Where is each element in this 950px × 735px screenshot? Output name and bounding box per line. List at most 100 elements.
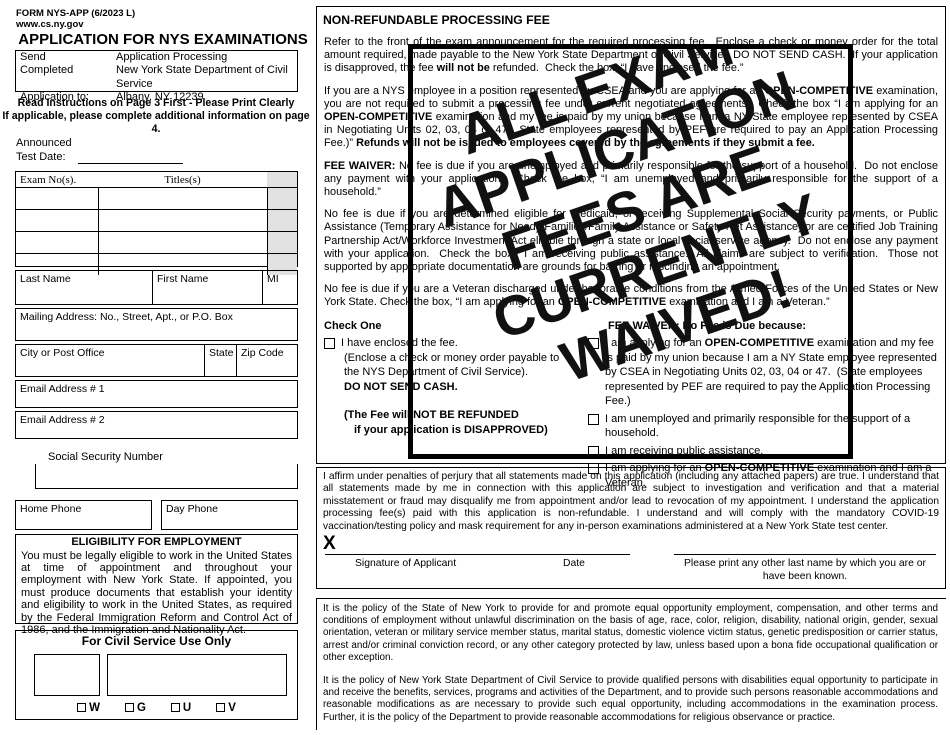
table-row[interactable] [16, 187, 297, 210]
announced-test-date-input[interactable] [78, 163, 183, 164]
exam-table-header-spacer [267, 172, 297, 188]
first-name-field[interactable]: First Name [153, 271, 263, 304]
fee-emphasis-1: will not be [436, 62, 490, 75]
state-label: State [209, 347, 234, 359]
zip-label: Zip Code [241, 347, 284, 359]
last-name-label: Last Name [20, 273, 71, 285]
exam-no-cell[interactable] [16, 187, 99, 210]
check-one-note-1: (The Fee will NOT BE REFUNDED [344, 409, 519, 422]
processing-fee-header: NON-REFUNDABLE PROCESSING FEE [316, 6, 946, 32]
email-2-label: Email Address # 2 [20, 414, 105, 426]
checkbox-icon[interactable] [124, 703, 134, 712]
state-field[interactable]: State [205, 345, 237, 376]
exam-no-cell[interactable] [16, 231, 99, 254]
name-fields-row: Last Name First Name MI [15, 270, 298, 305]
shaded-cell [266, 231, 297, 254]
ssn-label: Social Security Number [48, 451, 163, 463]
checkbox-icon[interactable] [324, 338, 335, 350]
check-one-title: Check One [324, 319, 382, 332]
home-phone-label: Home Phone [20, 503, 82, 515]
fee-waiver-option-unemployed[interactable]: I am unemployed and primarily responsibl… [588, 412, 938, 441]
table-row[interactable] [16, 231, 297, 254]
checkbox-icon[interactable] [588, 445, 599, 457]
right-column: NON-REFUNDABLE PROCESSING FEE Refer to t… [312, 0, 950, 735]
send-to-address-box: Send Application Processing Completed Ne… [15, 50, 298, 103]
checkbox-icon[interactable] [588, 338, 599, 350]
title-cell[interactable] [97, 209, 268, 232]
email-2-field[interactable]: Email Address # 2 [15, 411, 298, 439]
civil-check-u[interactable]: U [170, 702, 191, 714]
exam-no-cell[interactable] [16, 209, 99, 232]
agency-website: www.cs.ny.gov [16, 19, 84, 30]
mailing-address-field[interactable]: Mailing Address: No., Street, Apt., or P… [15, 308, 298, 341]
civil-service-use-only-box: For Civil Service Use Only W G U V [15, 630, 298, 720]
page-title: APPLICATION FOR NYS EXAMINATIONS [18, 31, 308, 48]
day-phone-field[interactable]: Day Phone [161, 500, 298, 530]
email-1-label: Email Address # 1 [20, 383, 105, 395]
policy-statement-box: It is the policy of the State of New Yor… [316, 598, 946, 730]
ssn-field[interactable] [35, 464, 298, 489]
shaded-cell [266, 209, 297, 232]
fee-paragraph-5: No fee is due if you are a Veteran disch… [324, 283, 938, 309]
fee-waiver-option-union[interactable]: I am applying for an OPEN-COMPETITIVE ex… [588, 336, 938, 409]
check-one-sub-2: the NYS Department of Civil Service). [344, 366, 529, 379]
processing-fee-body: Refer to the front of the exam announcem… [316, 32, 946, 489]
left-column: FORM NYS-APP (6/2023 L) www.cs.ny.gov AP… [0, 0, 312, 735]
exam-numbers-table: Exam No(s). Titles(s) [15, 171, 298, 275]
fee-paragraph-4: No fee is due if you are determined elig… [324, 208, 938, 274]
checkbox-icon[interactable] [170, 703, 180, 712]
other-name-label: Please print any other last name by whic… [684, 558, 926, 582]
civil-check-w[interactable]: W [77, 702, 100, 714]
email-1-field[interactable]: Email Address # 1 [15, 380, 298, 408]
title-cell[interactable] [97, 187, 268, 210]
check-one-note-2: if your application is DISAPPROVED) [354, 423, 548, 436]
check-one-sub-3: DO NOT SEND CASH. [344, 380, 458, 393]
announced-test-date-label: Announced Test Date: [16, 137, 72, 164]
check-one-section: Check One I have enclosed the fee. (Encl… [324, 319, 586, 491]
checkbox-icon[interactable] [588, 413, 599, 425]
affirmation-text: I affirm under penalties of perjury that… [323, 471, 939, 532]
mailing-address-label: Mailing Address: No., Street, Apt., or P… [20, 311, 233, 323]
checkbox-icon[interactable] [216, 703, 226, 712]
table-row[interactable] [16, 209, 297, 232]
phone-fields-row: Home Phone Day Phone [15, 500, 298, 530]
last-name-field[interactable]: Last Name [16, 271, 153, 304]
zip-field[interactable]: Zip Code [237, 345, 295, 376]
fee-waiver-option-label: I am unemployed and primarily responsibl… [605, 412, 911, 440]
fee-waiver-option-label: I am receiving public assistance. [605, 444, 764, 457]
affirmation-box: I affirm under penalties of perjury that… [316, 467, 946, 589]
check-one-sub-1: (Enclose a check or money order payable … [344, 351, 560, 364]
announced-line-1: Announced [16, 137, 72, 149]
policy-paragraph-1: It is the policy of the State of New Yor… [323, 603, 938, 663]
city-field[interactable]: City or Post Office [16, 345, 205, 376]
fee-waiver-section: FEE WAIVER: No Fee is Due because: I am … [586, 319, 938, 491]
send-label-2: Completed [20, 64, 74, 77]
signature-x-mark: X [323, 533, 336, 555]
announced-line-2: Test Date: [16, 150, 66, 163]
civil-check-g[interactable]: G [124, 702, 146, 714]
civil-service-code-box[interactable] [34, 654, 100, 696]
civil-service-checkboxes: W G U V [16, 696, 297, 714]
send-value-2: New York State Department of Civil Servi… [116, 64, 288, 90]
fee-paragraph-1: Refer to the front of the exam announcem… [324, 36, 938, 75]
middle-initial-field[interactable]: MI [263, 271, 297, 304]
civil-service-notes-box[interactable] [107, 654, 287, 696]
fee-waiver-option-label: I am applying for an OPEN-COMPETITIVE ex… [605, 337, 937, 408]
home-phone-field[interactable]: Home Phone [15, 500, 152, 530]
civil-check-g-label: G [136, 702, 146, 714]
city-state-zip-row: City or Post Office State Zip Code [15, 344, 298, 377]
civil-service-title: For Civil Service Use Only [81, 634, 232, 648]
civil-check-v-label: V [228, 702, 236, 714]
fee-waiver-option-public-assistance[interactable]: I am receiving public assistance. [588, 444, 938, 459]
fee-paragraph-2: If you are a NYS employee in a position … [324, 84, 938, 150]
check-one-option-enclosed[interactable]: I have enclosed the fee. [324, 336, 586, 351]
eligibility-title: ELIGIBILITY FOR EMPLOYMENT [71, 536, 242, 548]
civil-check-v[interactable]: V [216, 702, 236, 714]
title-cell[interactable] [97, 231, 268, 254]
first-name-label: First Name [157, 273, 209, 285]
checkbox-icon[interactable] [77, 703, 87, 712]
fee-paragraph-3: FEE WAIVER: No fee is due if you are une… [324, 159, 938, 199]
middle-initial-label: MI [267, 273, 279, 285]
fee-selection-area: Check One I have enclosed the fee. (Encl… [324, 319, 938, 491]
send-label-1: Send [20, 51, 46, 63]
